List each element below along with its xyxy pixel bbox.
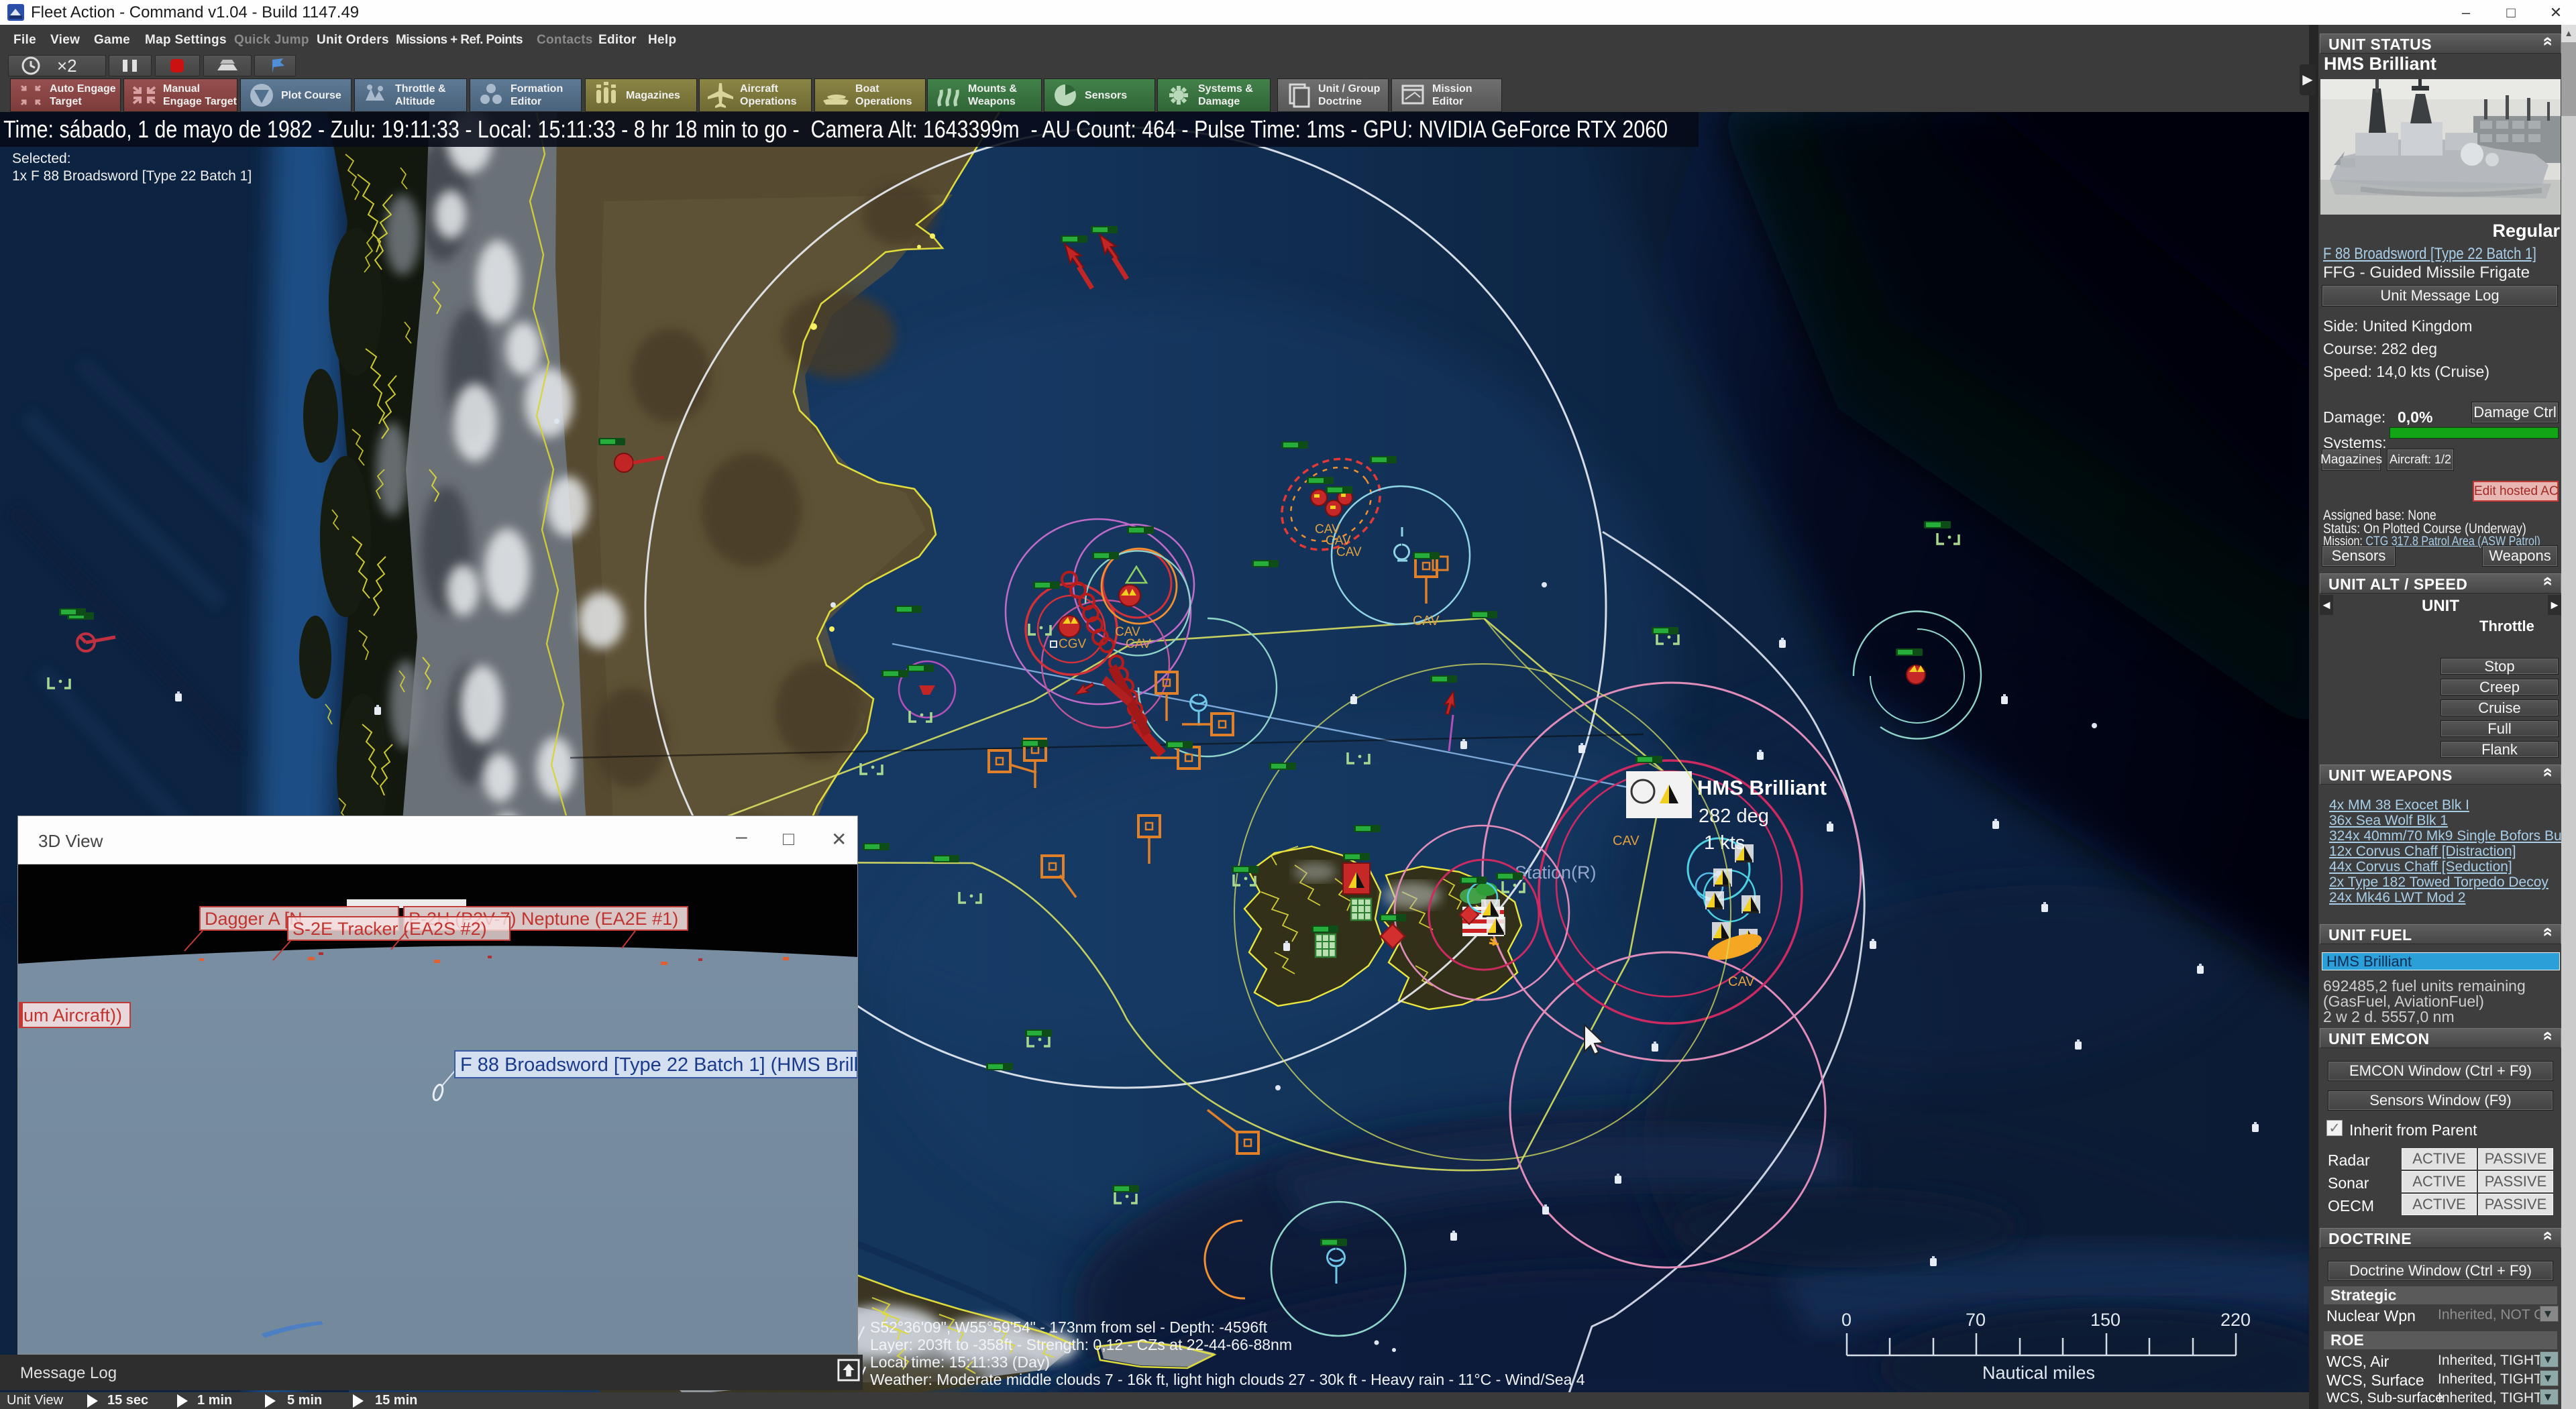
svg-text:Nautical miles: Nautical miles — [1982, 1363, 2095, 1383]
svg-text:CAV: CAV — [1336, 545, 1362, 559]
svg-text:Local time: 15:11:33 (Day): Local time: 15:11:33 (Day) — [870, 1353, 1050, 1371]
svg-text:×2: ×2 — [57, 56, 77, 76]
svg-text:282 deg: 282 deg — [1699, 805, 1769, 827]
svg-text:CAV: CAV — [1413, 614, 1440, 628]
svg-text:CAV: CAV — [1613, 834, 1640, 848]
svg-text:70: 70 — [1966, 1310, 1986, 1330]
svg-text:CAV: CAV — [1126, 637, 1151, 651]
svg-text:0: 0 — [1841, 1310, 1851, 1330]
svg-text:220: 220 — [2220, 1310, 2251, 1330]
svg-text:CAV: CAV — [1728, 974, 1755, 989]
svg-text:F 88 Broadsword [Type 22 Batch: F 88 Broadsword [Type 22 Batch 1] (HMS B… — [460, 1054, 857, 1076]
svg-text:CGV: CGV — [1059, 637, 1087, 651]
svg-text:1 kts: 1 kts — [1704, 832, 1745, 854]
svg-text:S-2E Tracker (EA2S #2): S-2E Tracker (EA2S #2) — [292, 919, 487, 939]
svg-text:um Aircraft)): um Aircraft)) — [23, 1005, 122, 1025]
svg-text:HMS Brilliant: HMS Brilliant — [1697, 776, 1827, 799]
svg-text:Weather: Moderate middle cloud: Weather: Moderate middle clouds 7 - 16k … — [870, 1371, 1585, 1388]
svg-text:Layer: 203ft to -358ft - Stren: Layer: 203ft to -358ft - Strength: 0,12 … — [870, 1336, 1292, 1353]
svg-text:150: 150 — [2090, 1310, 2121, 1330]
svg-text:S52°36'09", W55°59'54" - 173nm: S52°36'09", W55°59'54" - 173nm from sel … — [870, 1318, 1268, 1336]
